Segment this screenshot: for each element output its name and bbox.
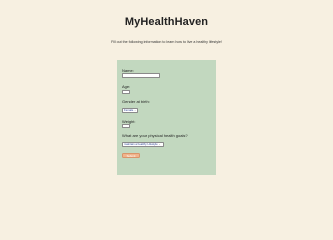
- health-form: Name: Age: Gender at birth: Female⌄ Weig…: [117, 60, 216, 175]
- age-label: Age:: [122, 84, 131, 89]
- gender-label: Gender at birth:: [122, 99, 150, 104]
- weight-input[interactable]: [122, 124, 130, 128]
- page-title: MyHealthHaven: [124, 16, 209, 28]
- chevron-down-icon: ⌄: [158, 143, 161, 146]
- age-input[interactable]: [122, 90, 130, 94]
- name-input[interactable]: [122, 73, 160, 78]
- goals-select[interactable]: maintain a healthy Lifestyle⌄: [122, 142, 164, 147]
- gender-select[interactable]: Female⌄: [122, 108, 138, 113]
- goals-label: What are your physical health goals?: [122, 133, 188, 138]
- submit-button[interactable]: Submit: [122, 153, 140, 158]
- chevron-down-icon: ⌄: [134, 109, 137, 112]
- goals-select-value: maintain a healthy Lifestyle: [124, 142, 158, 146]
- page-subtitle: Fill out the following information to le…: [111, 40, 222, 44]
- gender-select-value: Female: [124, 108, 134, 112]
